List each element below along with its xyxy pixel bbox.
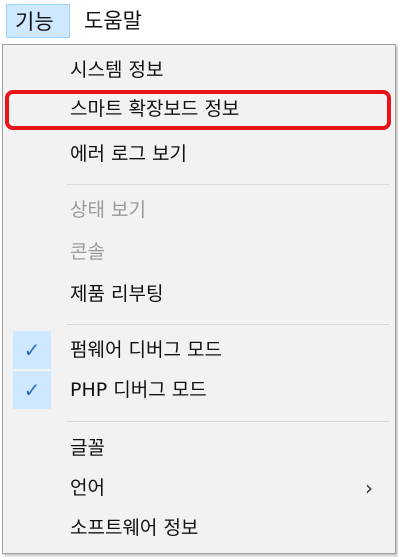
menu-item-label: 제품 리부팅 <box>70 283 164 305</box>
menu-item-label: 언어 <box>70 477 105 499</box>
menu-bar: 기능 도움말 <box>0 0 398 45</box>
app-window: 기능 도움말 시스템 정보 스마트 확장보드 정보 에러 로그 보기 상태 보기… <box>0 0 398 557</box>
menu-item-system-info[interactable]: 시스템 정보 <box>3 51 395 89</box>
menu-item-language[interactable]: 언어 › <box>3 469 395 507</box>
menu-item-firmware-debug-mode[interactable]: ✓ 펌웨어 디버그 모드 <box>3 331 395 369</box>
checkmark-icon: ✓ <box>13 331 51 369</box>
menu-separator <box>67 324 389 325</box>
menu-item-error-log[interactable]: 에러 로그 보기 <box>3 135 395 173</box>
checkmark-icon: ✓ <box>13 371 51 409</box>
menu-item-font[interactable]: 글꼴 <box>3 429 395 467</box>
menu-item-label: 시스템 정보 <box>70 59 164 81</box>
menu-item-label: 펌웨어 디버그 모드 <box>70 339 222 361</box>
menu-item-label: 스마트 확장보드 정보 <box>70 98 240 120</box>
menu-item-label: 글꼴 <box>70 437 105 459</box>
menu-item-label: PHP 디버그 모드 <box>70 379 207 401</box>
menu-separator <box>67 184 389 185</box>
menu-item-console: 콘솔 <box>3 233 395 271</box>
menu-item-label: 에러 로그 보기 <box>70 143 187 165</box>
menu-item-php-debug-mode[interactable]: ✓ PHP 디버그 모드 <box>3 371 395 409</box>
function-dropdown-menu: 시스템 정보 스마트 확장보드 정보 에러 로그 보기 상태 보기 콘솔 제품 … <box>2 44 396 554</box>
menu-item-software-info[interactable]: 소프트웨어 정보 <box>3 509 395 547</box>
menu-separator <box>67 421 389 422</box>
menu-help[interactable]: 도움말 <box>76 4 162 38</box>
menu-item-label: 콘솔 <box>70 241 105 263</box>
chevron-right-icon: › <box>365 476 373 500</box>
menu-item-smart-expansion-board-info[interactable]: 스마트 확장보드 정보 <box>3 90 395 128</box>
menu-item-label: 상태 보기 <box>70 199 146 221</box>
menu-item-reboot-product[interactable]: 제품 리부팅 <box>3 275 395 313</box>
menu-item-status-view: 상태 보기 <box>3 191 395 229</box>
menu-item-label: 소프트웨어 정보 <box>70 517 199 539</box>
menu-function[interactable]: 기능 <box>6 4 70 38</box>
